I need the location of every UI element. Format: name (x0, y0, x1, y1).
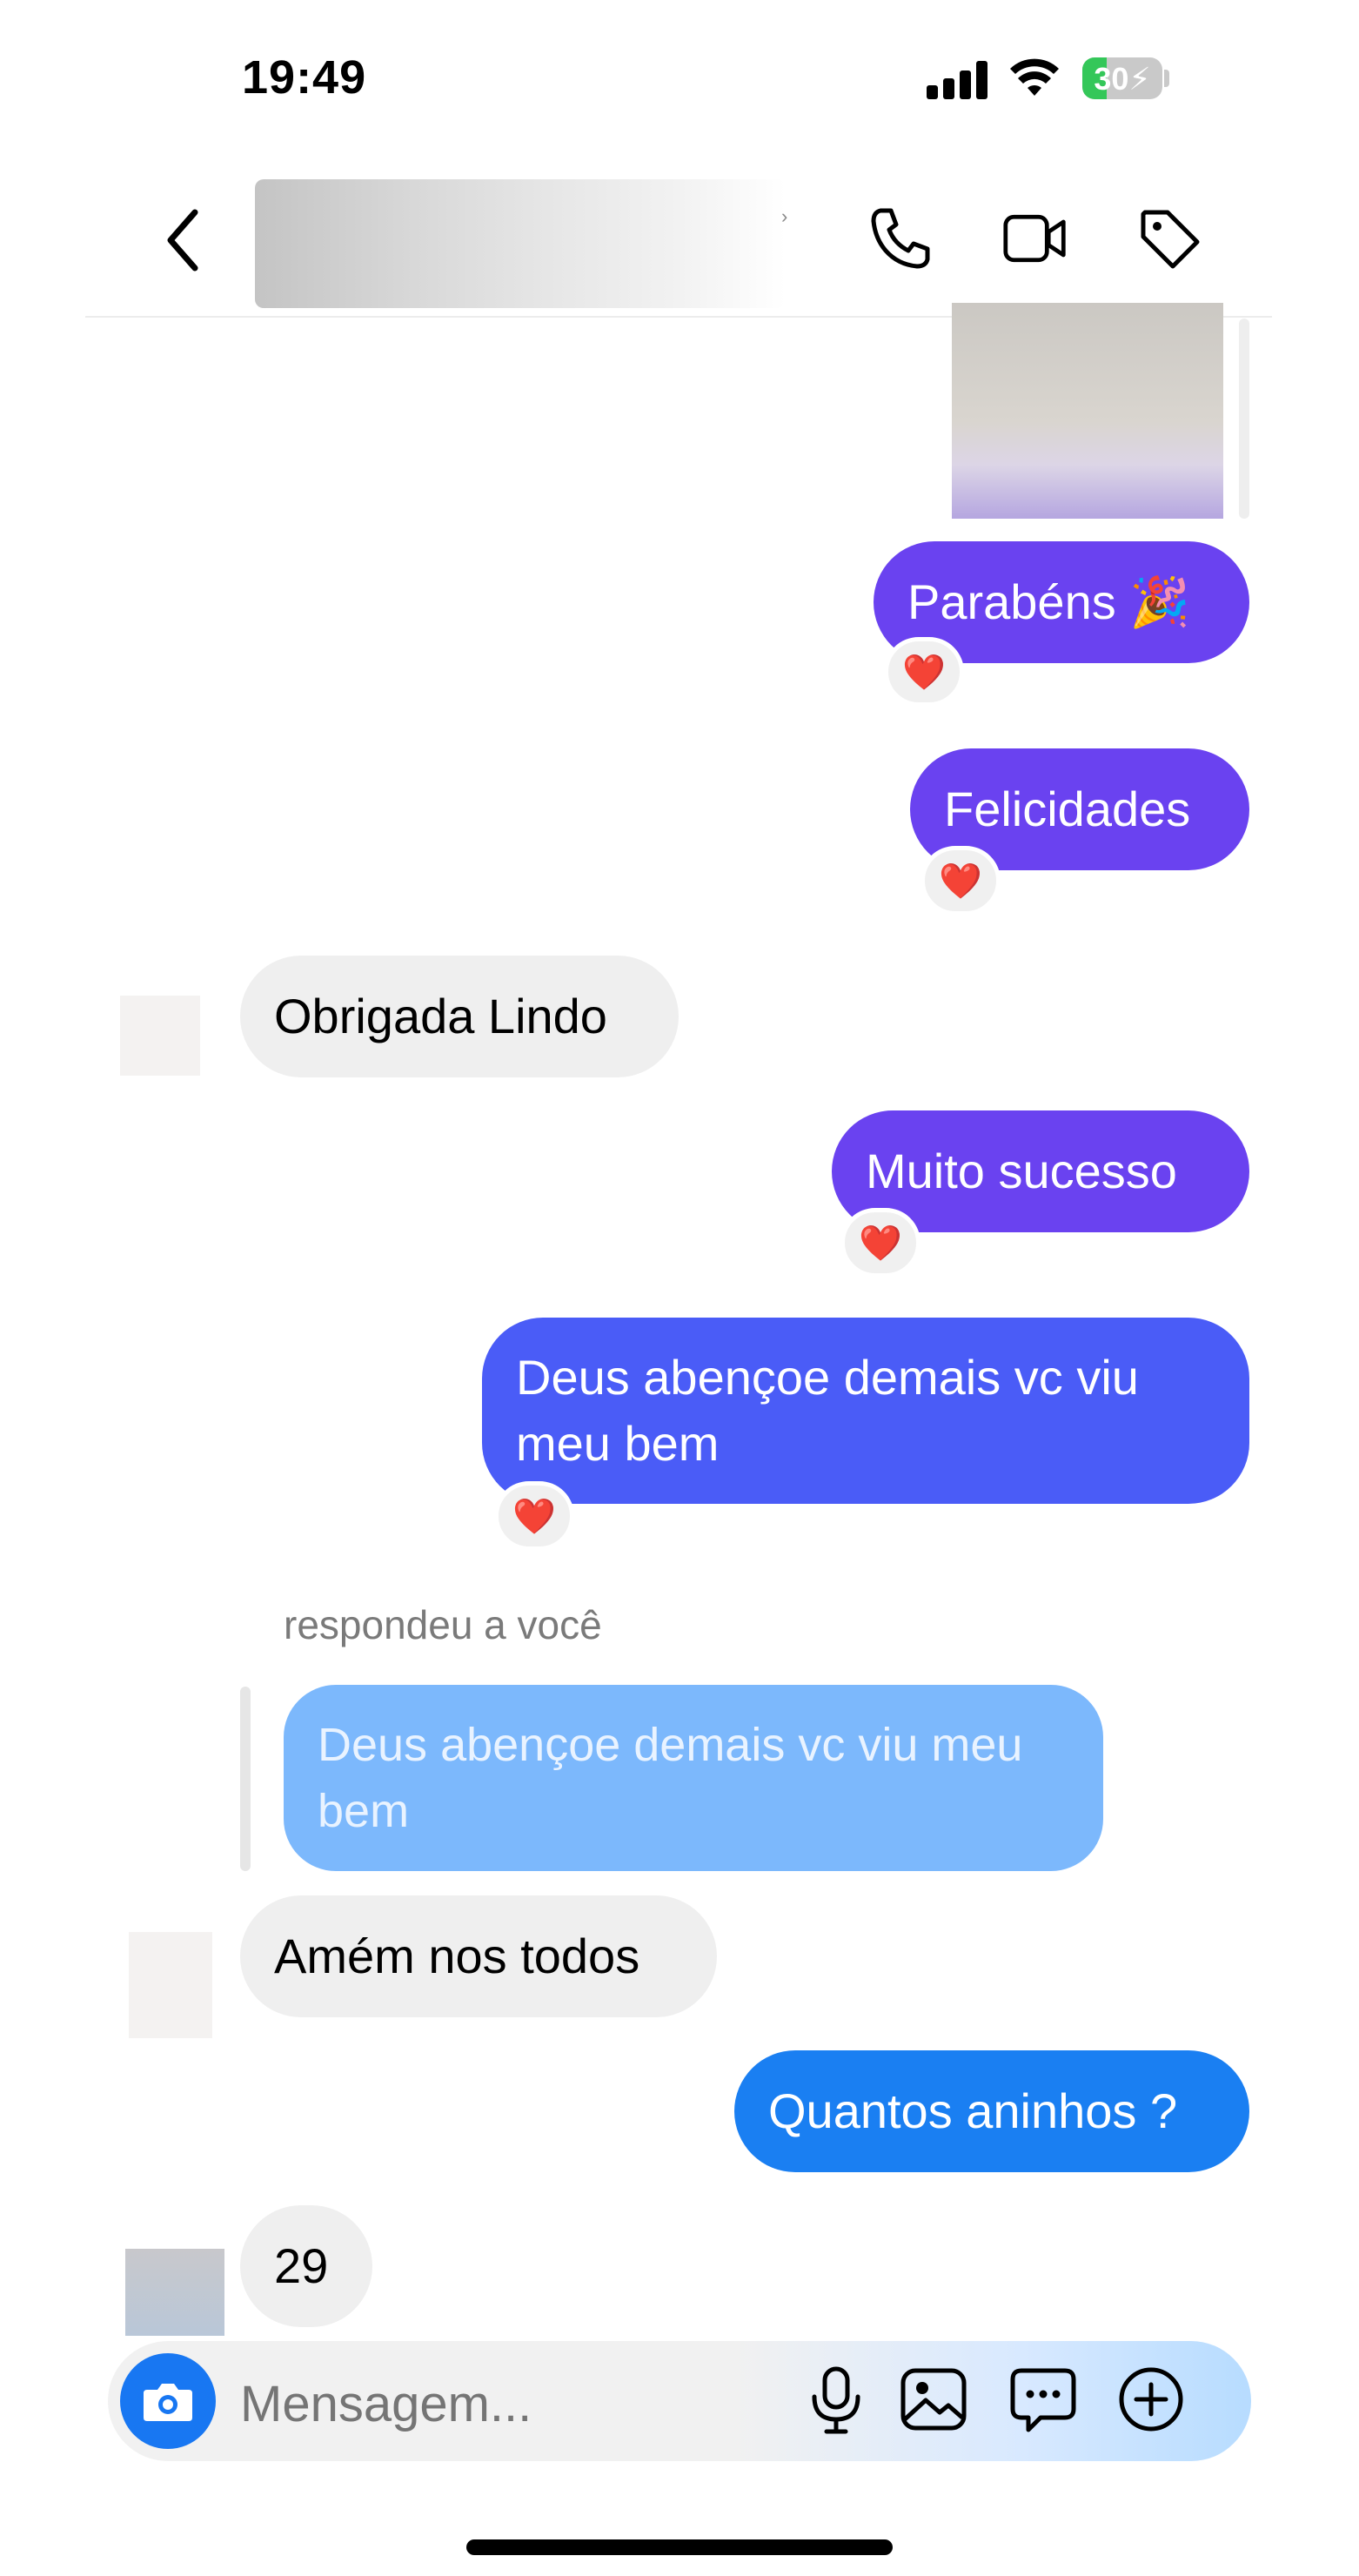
shared-image-edge (1239, 319, 1249, 519)
status-time: 19:49 (242, 51, 367, 104)
microphone-icon[interactable] (799, 2362, 874, 2437)
camera-icon (144, 2384, 192, 2421)
wifi-icon (1010, 58, 1059, 96)
message-input[interactable] (240, 2371, 780, 2437)
message-text: Amém nos todos (274, 1929, 640, 1983)
message-text: Obrigada Lindo (274, 989, 607, 1043)
contact-name-blurred[interactable] (255, 179, 786, 308)
shared-image[interactable] (952, 303, 1223, 519)
message-text: Quantos aninhos ? (768, 2083, 1178, 2138)
cellular-signal-icon (927, 61, 989, 99)
heart-reaction[interactable]: ❤️ (921, 846, 1001, 916)
camera-button[interactable] (120, 2353, 216, 2449)
message-bubble-received[interactable]: Obrigada Lindo (240, 956, 679, 1077)
heart-reaction[interactable]: ❤️ (884, 637, 964, 707)
gallery-icon[interactable] (896, 2362, 971, 2437)
battery-tip (1164, 70, 1169, 87)
avatar[interactable] (125, 2249, 224, 2336)
message-bubble-received[interactable]: Amém nos todos (240, 1895, 717, 2017)
video-call-icon[interactable] (1002, 205, 1068, 272)
reply-label: respondeu a você (284, 1602, 602, 1647)
message-text: 29 (274, 2238, 329, 2293)
avatar[interactable] (129, 1932, 212, 2038)
add-icon[interactable] (1114, 2362, 1188, 2437)
sticker-chat-icon[interactable] (1006, 2362, 1081, 2437)
battery-icon: 30⚡ (1082, 57, 1162, 99)
message-bubble-sent[interactable]: Deus abençoe demais vc viu meu bem (482, 1318, 1249, 1504)
message-bubble-sent[interactable]: Quantos aninhos ? (734, 2050, 1249, 2172)
reply-indicator-bar (240, 1687, 251, 1871)
heart-reaction[interactable]: ❤️ (840, 1208, 921, 1278)
message-text-line: Deus abençoe demais vc viu (516, 1350, 1139, 1405)
battery-level: 30 (1094, 61, 1129, 97)
back-arrow-icon[interactable] (162, 205, 205, 275)
quoted-text-line: Deus abençoe demais vc viu meu (318, 1719, 1023, 1771)
quoted-text-line: bem (318, 1785, 410, 1837)
home-indicator[interactable] (466, 2539, 893, 2555)
message-text: Parabéns 🎉 (907, 574, 1191, 629)
quoted-message[interactable]: Deus abençoe demais vc viu meu bem (284, 1685, 1103, 1871)
message-text-line: meu bem (516, 1416, 720, 1471)
heart-reaction[interactable]: ❤️ (494, 1481, 574, 1551)
tag-icon[interactable] (1136, 205, 1202, 272)
message-bubble-received[interactable]: 29 (240, 2205, 372, 2327)
chevron-right-icon: › (781, 205, 788, 227)
avatar[interactable] (120, 996, 200, 1076)
message-text: Felicidades (944, 782, 1191, 836)
phone-call-icon[interactable] (868, 205, 934, 272)
message-text: Muito sucesso (866, 1144, 1177, 1198)
